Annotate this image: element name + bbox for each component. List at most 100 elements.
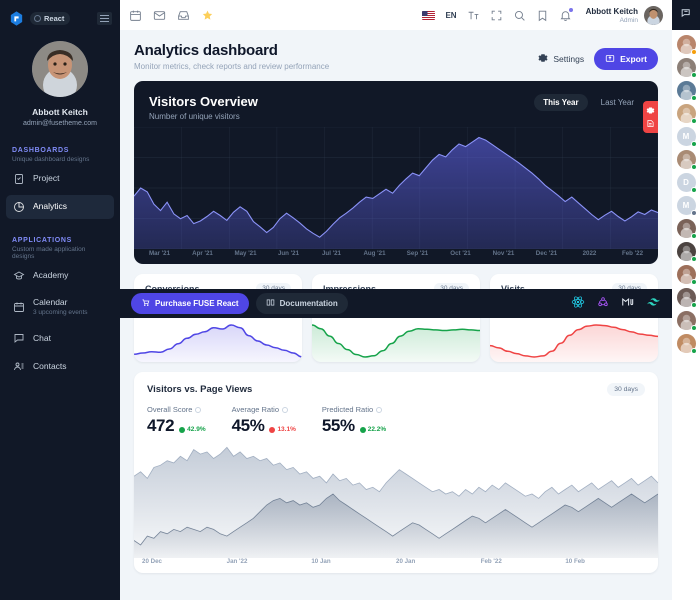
list-item[interactable] [676,265,697,285]
metric-label-row: Overall Score [147,405,206,414]
stat-card-sparkline [490,320,658,362]
vpv-x-axis: 20 Dec Jan '22 10 Jan 20 Jan Feb '22 10 Feb [134,558,658,573]
cart-icon [141,298,150,309]
stat-card-sparkline [134,320,302,362]
bookmark-icon[interactable] [536,9,549,22]
status-badge [690,233,697,239]
language-label[interactable]: EN [445,11,456,20]
export-button[interactable]: Export [594,48,658,70]
documentation-icon[interactable] [646,119,655,128]
sidebar-item-academy[interactable]: Academy [6,264,114,288]
sidebar-user-email: admin@fusetheme.com [22,120,98,127]
list-item[interactable] [676,58,697,78]
tab-last-year[interactable]: Last Year [592,94,643,111]
list-item[interactable] [676,334,697,354]
settings-button-label: Settings [553,54,585,64]
axis-tick: Nov '21 [492,250,515,257]
flag-us-icon[interactable] [422,10,436,20]
sidebar-item-analytics[interactable]: Analytics [6,195,114,219]
mail-icon[interactable] [153,9,166,22]
chat-bubble-icon [680,7,693,23]
sidebar-item-contacts[interactable]: Contacts [6,354,114,378]
list-item[interactable]: D [676,173,697,193]
axis-tick: 2022 [582,250,597,257]
info-icon[interactable] [282,406,289,413]
topbar-user-menu[interactable]: Abbott Keitch Admin [586,5,663,25]
sidebar-item-chat[interactable]: Chat [6,326,114,350]
stat-card-conversions: Conversions 30 days 4,123 2% below targe… [134,274,302,362]
metric-value-row: 472 42.9% [147,416,206,436]
section-title: APPLICATIONS [12,237,72,244]
search-icon[interactable] [513,9,526,22]
axis-tick: Feb '22 [621,250,644,257]
tab-this-year[interactable]: This Year [534,94,588,111]
calendar-icon [13,301,25,313]
star-icon[interactable] [201,9,214,22]
react-icon [34,15,41,22]
contacts-list: MDM [676,30,697,354]
fullscreen-icon[interactable] [490,9,503,22]
notifications-icon[interactable] [559,7,573,22]
list-item[interactable] [676,150,697,170]
metric-value-row: 45% 13.1% [232,416,296,436]
sidebar-item-label: Chat [33,332,51,343]
sidebar-item-calendar[interactable]: Calendar 3 upcoming events [6,292,114,322]
visitors-overview-x-axis: Mar '21 Apr '21 May '21 Jun '21 Jul '21 Aug '… [134,249,658,264]
framework-chip[interactable]: React [30,12,71,25]
sidebar-item-project[interactable]: Project [6,167,114,191]
sidebar-section-dashboards: DASHBOARDS Unique dashboard designs [0,141,120,165]
promo-bar: Purchase FUSE React Documentation [120,289,672,318]
trend-up-icon [359,426,366,433]
axis-tick: 10 Jan [311,558,331,565]
sidebar-item-sublabel: 3 upcoming events [33,309,88,317]
top-bar: EN Abbott Keitch Admin [120,0,672,30]
list-item[interactable] [676,311,697,331]
list-item[interactable]: M [676,127,697,147]
info-icon[interactable] [195,406,202,413]
react-icon[interactable] [571,295,585,312]
notification-badge [568,7,573,12]
right-contacts-rail: MDM [672,0,700,600]
info-icon[interactable] [376,406,383,413]
metric-change: 42.9% [179,426,206,436]
redux-icon[interactable] [596,295,610,312]
page-actions: Settings Export [538,42,658,70]
material-ui-icon[interactable] [621,295,635,312]
sidebar-collapse-button[interactable] [97,12,112,25]
book-icon [266,298,275,309]
visitors-overview-card: Visitors Overview Number of unique visit… [134,81,658,264]
list-item[interactable]: M [676,196,697,216]
metric-average-ratio: Average Ratio 45% 13.1% [232,405,296,436]
calendar-icon[interactable] [129,9,142,22]
visitors-overview-title: Visitors Overview [149,94,258,109]
documentation-button[interactable]: Documentation [255,293,348,314]
trend-up-icon [179,426,186,433]
metric-label-row: Predicted Ratio [322,405,386,414]
tech-stack-icons [571,295,661,313]
metric-label-row: Average Ratio [232,405,296,414]
clipboard-check-icon [13,173,25,185]
metric-change-value: 42.9% [187,426,206,433]
settings-button[interactable]: Settings [538,53,584,65]
list-item[interactable] [676,104,697,124]
list-item[interactable] [676,288,697,308]
topbar-actions: EN Abbott Keitch Admin [422,5,663,25]
vpv-title: Visitors vs. Page Views [147,384,253,395]
list-item[interactable] [676,242,697,262]
metric-label: Predicted Ratio [321,405,374,414]
sidebar-user[interactable]: Abbott Keitch admin@fusetheme.com [0,33,120,141]
list-item[interactable] [676,219,697,239]
tailwind-icon[interactable] [646,295,661,313]
status-badge [690,95,697,101]
settings-gear-icon[interactable] [646,106,655,115]
inbox-icon[interactable] [177,9,190,22]
list-item[interactable] [676,81,697,101]
list-item[interactable] [676,35,697,55]
vpv-metrics: Overall Score 472 42.9% Average Ratio 45… [134,396,658,436]
rail-chat-button[interactable] [672,0,700,30]
purchase-button[interactable]: Purchase FUSE React [131,293,249,314]
font-size-icon[interactable] [467,9,480,22]
vpv-range-pill[interactable]: 30 days [607,383,645,396]
vpv-header: Visitors vs. Page Views 30 days [134,372,658,396]
page-subtitle: Monitor metrics, check reports and revie… [134,62,330,71]
